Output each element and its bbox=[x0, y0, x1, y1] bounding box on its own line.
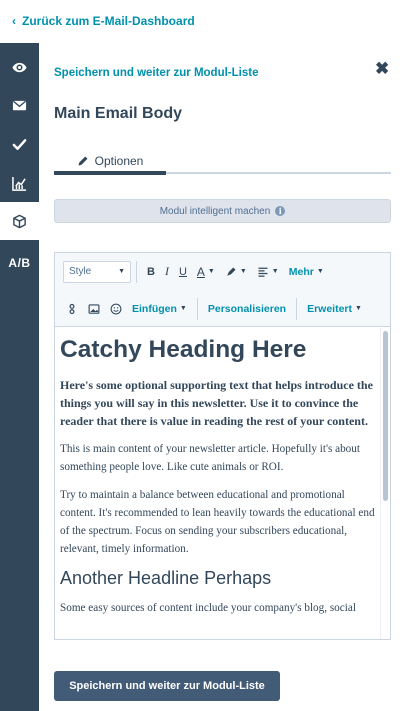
insert-menu-label: Einfügen bbox=[132, 302, 177, 315]
checkmark-icon bbox=[12, 138, 27, 150]
link-button[interactable] bbox=[61, 303, 83, 315]
envelope-icon bbox=[12, 100, 27, 110]
cube-icon bbox=[13, 214, 26, 228]
content-paragraph: Some easy sources of content include you… bbox=[60, 602, 356, 615]
advanced-menu[interactable]: Erweitert ▼ bbox=[302, 303, 367, 315]
more-menu[interactable]: Mehr ▼ bbox=[284, 266, 329, 278]
toolbar-separator bbox=[136, 260, 137, 283]
make-module-smart-button[interactable]: Modul intelligent machen i bbox=[54, 199, 391, 223]
highlighter-icon bbox=[227, 267, 236, 276]
content-subheading: Another Headline Perhaps bbox=[60, 568, 272, 589]
smiley-icon bbox=[110, 303, 122, 314]
insert-menu[interactable]: Einfügen ▼ bbox=[127, 303, 192, 315]
ab-test-button[interactable]: A/B bbox=[0, 244, 39, 282]
caret-down-icon: ▼ bbox=[239, 268, 247, 275]
editor-toolbar: Style ▼ B I U A ▼ ▼ ▼ Mehr ▼ Einfügen ▼ … bbox=[55, 253, 390, 327]
back-to-dashboard-link[interactable]: ‹ Zurück zum E-Mail-Dashboard bbox=[12, 14, 195, 28]
caret-down-icon: ▼ bbox=[316, 268, 324, 275]
text-color-icon: A bbox=[196, 264, 205, 279]
content-heading: Catchy Heading Here bbox=[60, 336, 307, 363]
toolbar-row-1: Style ▼ B I U A ▼ ▼ ▼ Mehr ▼ bbox=[55, 253, 390, 290]
back-link-label: Zurück zum E-Mail-Dashboard bbox=[22, 14, 195, 28]
style-select-value: Style bbox=[69, 266, 92, 277]
save-and-continue-button[interactable]: Speichern und weiter zur Modul-Liste bbox=[54, 671, 280, 701]
caret-down-icon: ▼ bbox=[207, 268, 215, 275]
review-button[interactable] bbox=[0, 125, 39, 163]
more-menu-label: Mehr bbox=[288, 265, 314, 278]
caret-down-icon: ▼ bbox=[118, 268, 125, 275]
text-color-button[interactable]: A ▼ bbox=[192, 265, 220, 279]
chevron-left-icon: ‹ bbox=[12, 14, 16, 28]
scrollbar-thumb[interactable] bbox=[383, 331, 388, 501]
italic-button[interactable]: I bbox=[160, 264, 174, 279]
pencil-icon bbox=[78, 156, 88, 166]
caret-down-icon: ▼ bbox=[271, 268, 279, 275]
content-paragraph: This is main content of your newsletter … bbox=[60, 443, 360, 474]
caret-down-icon: ▼ bbox=[355, 305, 362, 312]
highlight-button[interactable]: ▼ bbox=[220, 266, 252, 278]
analytics-button[interactable] bbox=[0, 164, 39, 202]
chart-icon bbox=[12, 176, 27, 191]
editor-scrollbar[interactable] bbox=[380, 328, 390, 639]
toolbar-separator bbox=[196, 297, 198, 320]
email-settings-button[interactable] bbox=[0, 86, 39, 124]
align-left-icon bbox=[258, 267, 268, 277]
close-icon[interactable]: ✖ bbox=[375, 59, 389, 79]
eye-icon bbox=[12, 62, 27, 72]
content-paragraph: Try to maintain a balance between educat… bbox=[60, 489, 375, 556]
modules-button[interactable] bbox=[0, 202, 39, 240]
top-bar: ‹ Zurück zum E-Mail-Dashboard bbox=[0, 0, 404, 43]
personalize-button[interactable]: Personalisieren bbox=[203, 303, 291, 315]
module-title: Main Email Body bbox=[54, 105, 183, 122]
emoji-button[interactable] bbox=[105, 303, 127, 315]
underline-button[interactable]: U bbox=[174, 266, 192, 278]
bold-button[interactable]: B bbox=[142, 266, 160, 278]
image-icon bbox=[88, 303, 100, 314]
smart-module-label: Modul intelligent machen bbox=[159, 205, 271, 217]
rich-text-editor[interactable]: Style ▼ B I U A ▼ ▼ ▼ Mehr ▼ Einfügen ▼ … bbox=[54, 252, 391, 640]
link-icon bbox=[69, 303, 75, 314]
caret-down-icon: ▼ bbox=[179, 305, 187, 312]
save-and-continue-link[interactable]: Speichern und weiter zur Modul-Liste bbox=[54, 67, 258, 79]
image-button[interactable] bbox=[83, 303, 105, 315]
preview-button[interactable] bbox=[0, 48, 39, 86]
editor-content[interactable]: Catchy Heading Here Here's some optional… bbox=[55, 328, 380, 639]
align-button[interactable]: ▼ bbox=[252, 266, 284, 278]
module-editor-panel: Speichern und weiter zur Modul-Liste ✖ M… bbox=[39, 43, 404, 711]
toolbar-separator bbox=[296, 297, 298, 320]
advanced-menu-label: Erweitert bbox=[307, 302, 353, 315]
style-select[interactable]: Style ▼ bbox=[63, 260, 131, 283]
info-icon: i bbox=[275, 206, 286, 216]
active-tab-indicator bbox=[54, 171, 166, 175]
toolbar-row-2: Einfügen ▼ Personalisieren Erweitert ▼ bbox=[55, 290, 390, 327]
tab-options-label: Optionen bbox=[94, 154, 144, 168]
content-lead-paragraph: Here's some optional supporting text tha… bbox=[60, 378, 373, 429]
left-icon-rail: A/B bbox=[0, 43, 39, 711]
